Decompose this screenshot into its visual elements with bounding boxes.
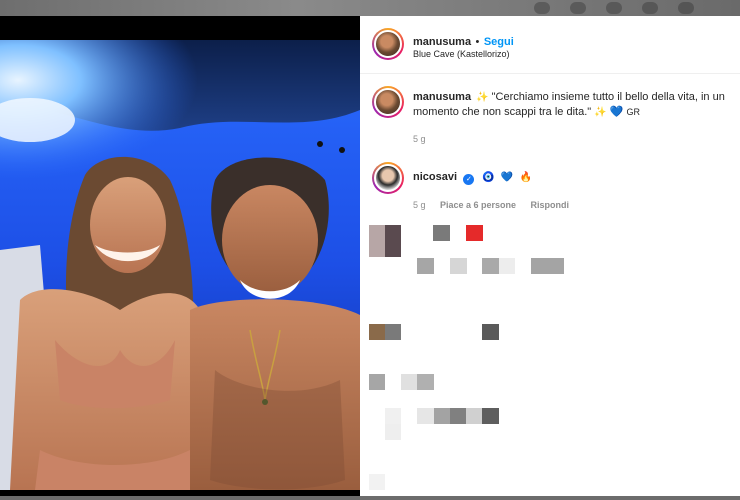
ghost-icon <box>534 2 550 14</box>
caption-signature: GR <box>626 107 641 117</box>
ghost-icon <box>678 2 694 14</box>
pixel-block <box>482 258 499 274</box>
pixel-block <box>434 408 450 424</box>
nazar-emoji: 🧿 <box>481 172 495 183</box>
author-avatar[interactable] <box>372 28 404 60</box>
post-location[interactable]: Blue Cave (Kastellorizo) <box>413 49 510 59</box>
pixel-block <box>369 225 385 257</box>
caption-avatar[interactable] <box>372 86 404 118</box>
blue-heart-emoji: 💙 <box>609 106 624 118</box>
caption-text: manusuma ✨ "Cerchiamo insieme tutto il b… <box>413 90 735 120</box>
pixel-block <box>482 408 499 424</box>
pixel-block <box>499 258 515 274</box>
blue-heart-emoji: 💙 <box>500 172 514 183</box>
pixel-block <box>369 374 385 390</box>
comment-meta: 5 g Piace a 6 persone Rispondi <box>413 195 579 213</box>
comment-timestamp[interactable]: 5 g <box>413 200 426 210</box>
commenter-avatar[interactable] <box>372 162 404 194</box>
pixel-block <box>482 324 499 340</box>
post-header: manusuma • Segui Blue Cave (Kastellorizo… <box>360 16 740 74</box>
pixel-block <box>385 408 401 424</box>
pixel-block <box>369 324 385 340</box>
caption-username[interactable]: manusuma <box>413 91 471 103</box>
pixel-block <box>369 474 385 490</box>
comment-likes-link[interactable]: Piace a 6 persone <box>440 200 516 210</box>
caption-timestamp[interactable]: 5 g <box>413 134 426 144</box>
commenter-username[interactable]: nicosavi <box>413 171 457 183</box>
post-side-panel: manusuma • Segui Blue Cave (Kastellorizo… <box>360 16 740 496</box>
pixel-block <box>466 408 482 424</box>
author-username[interactable]: manusuma <box>413 36 471 48</box>
header-user-line: manusuma • Segui <box>413 32 514 50</box>
sparkle-emoji-end: ✨ <box>594 107 607 118</box>
pixel-block <box>417 374 434 390</box>
reply-button[interactable]: Rispondi <box>530 200 569 210</box>
background-page-strip <box>0 0 740 16</box>
pixel-block <box>450 258 467 274</box>
comment-content: nicosavi ✓ 🧿 💙 🔥 <box>413 167 532 185</box>
background-page-strip-bottom <box>0 496 740 500</box>
fire-emoji: 🔥 <box>519 172 533 183</box>
pixel-block <box>531 258 564 274</box>
post-media[interactable] <box>0 16 360 496</box>
ghost-icon <box>570 2 586 14</box>
pixel-block <box>433 225 450 241</box>
sparkle-emoji: ✨ <box>476 92 489 103</box>
pixel-block <box>417 408 434 424</box>
pixel-block <box>417 258 434 274</box>
pixel-block <box>385 225 401 257</box>
separator-dot: • <box>475 36 480 48</box>
pixel-block <box>385 424 401 440</box>
pixel-block <box>401 374 417 390</box>
ghost-icon <box>606 2 622 14</box>
ghost-icon <box>642 2 658 14</box>
follow-button[interactable]: Segui <box>484 36 514 48</box>
pixel-block <box>450 408 466 424</box>
pixel-block <box>385 324 401 340</box>
verified-badge-icon: ✓ <box>463 174 475 185</box>
post-photo <box>0 40 360 490</box>
pixel-block <box>466 225 483 241</box>
